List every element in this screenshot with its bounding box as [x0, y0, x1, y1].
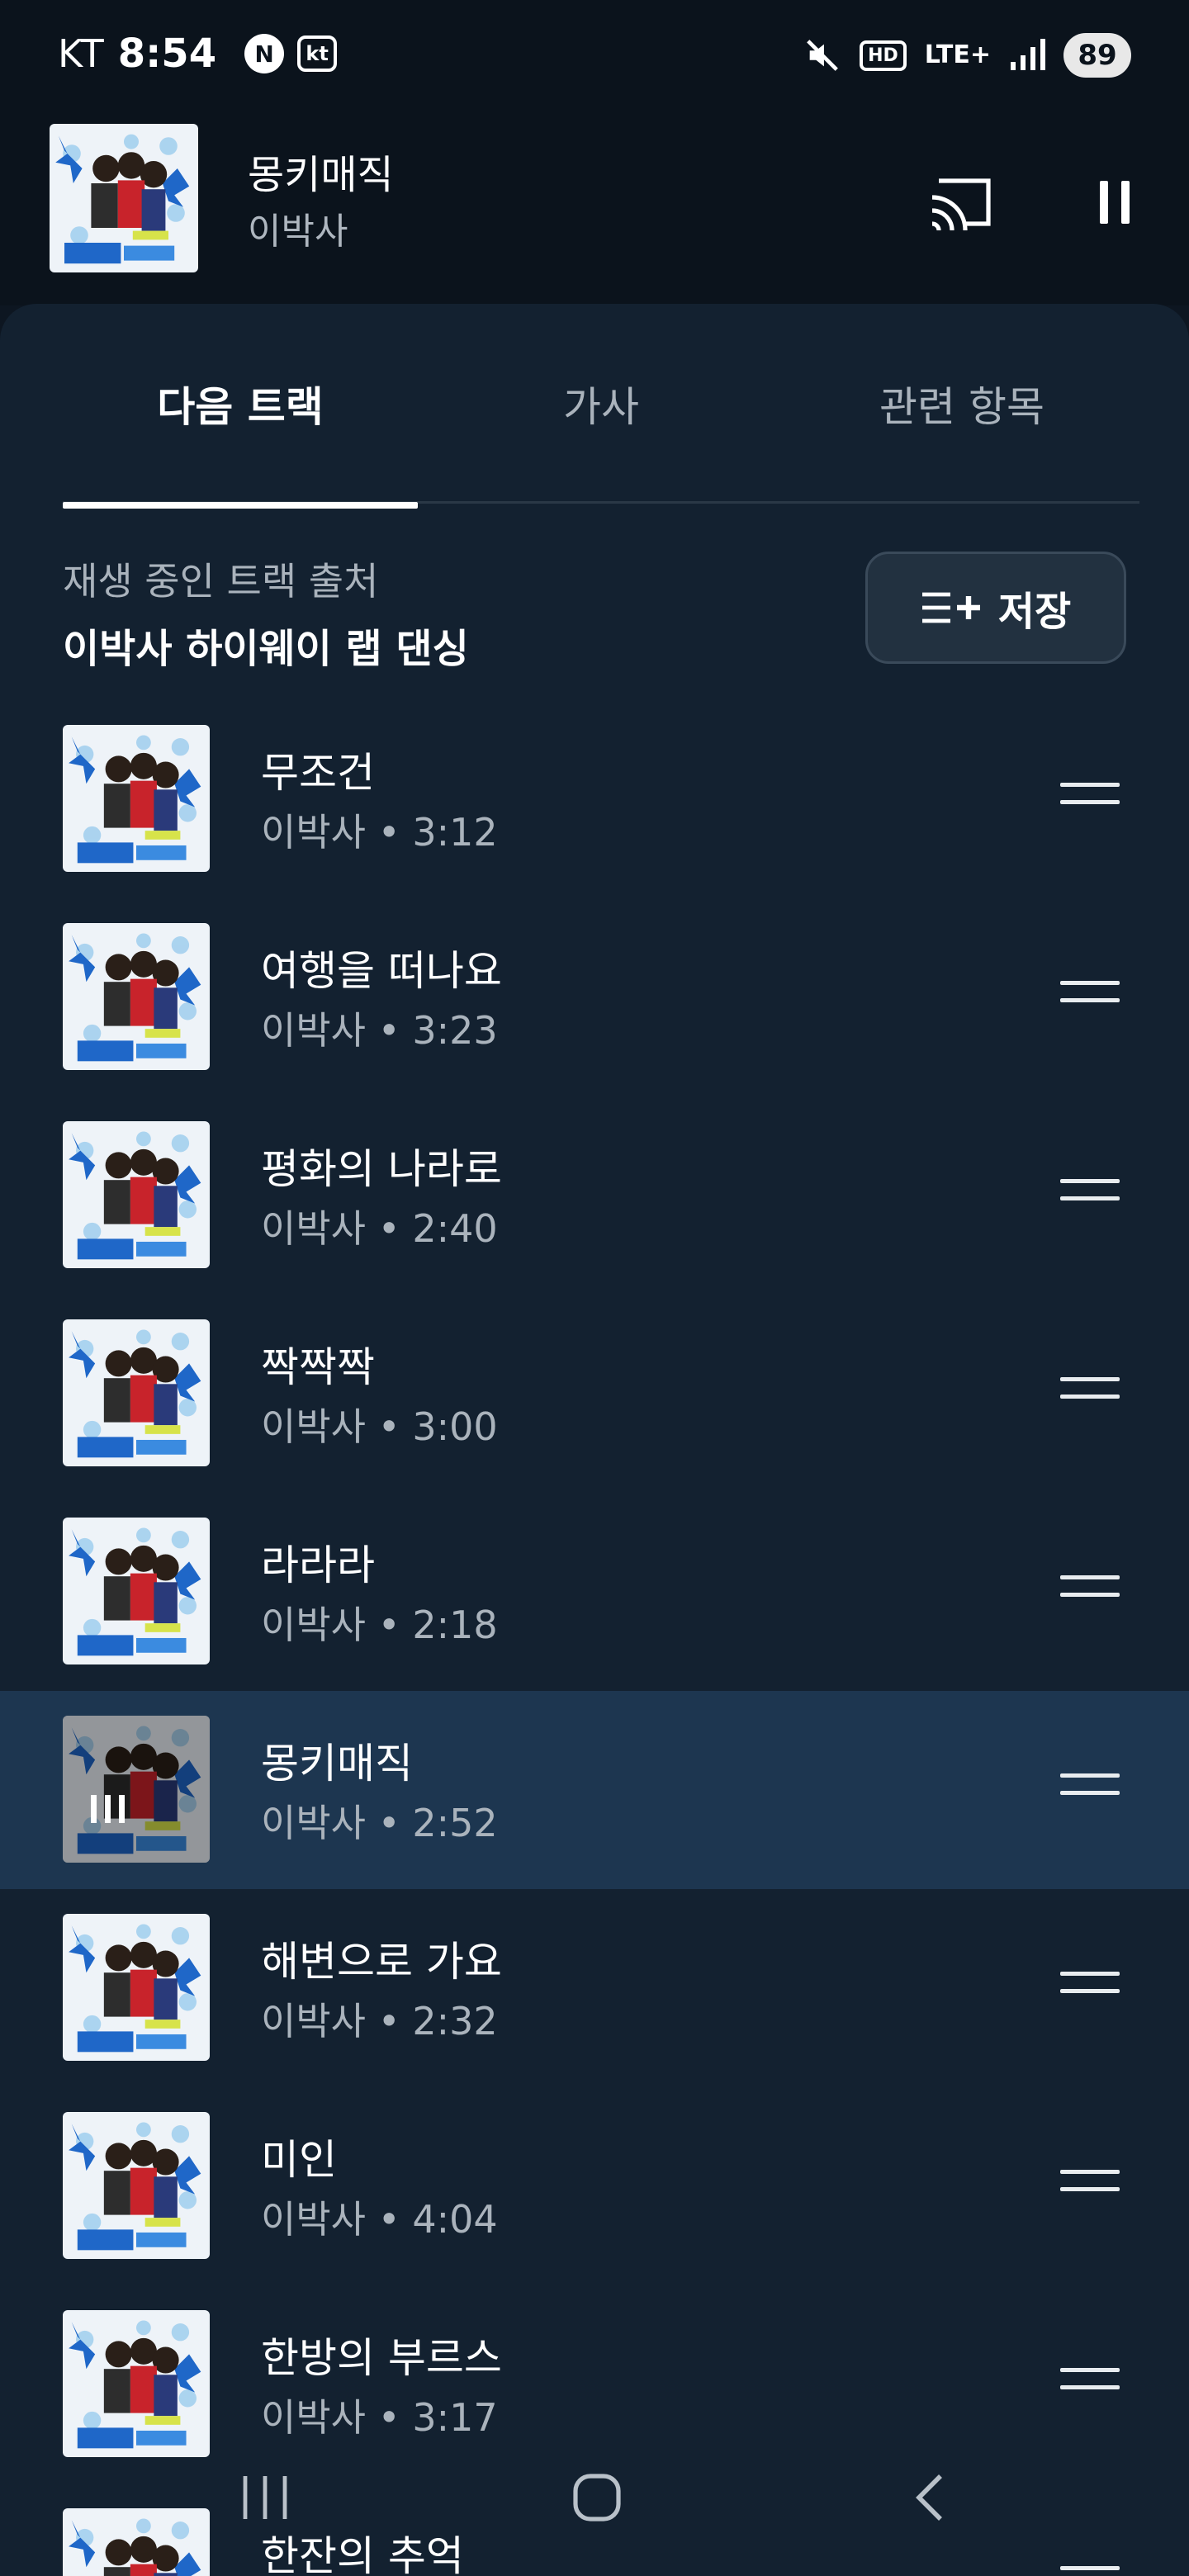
drag-handle-icon[interactable] — [1060, 1179, 1120, 1212]
back-icon — [916, 2474, 942, 2521]
now-playing-icon — [91, 1795, 125, 1823]
hd-voice-icon: HD — [860, 40, 907, 71]
recents-icon — [243, 2476, 287, 2519]
save-queue-button[interactable]: 저장 — [865, 552, 1126, 664]
lte-icon: LTE+ — [924, 40, 991, 69]
queue-sheet: 다음 트랙 가사 관련 항목 재생 중인 트랙 출처 이박사 하이웨이 랩 댄싱… — [0, 304, 1189, 2576]
track-title: 짝짝짝 — [261, 1343, 375, 1391]
track-meta: 이박사 • 3:23 — [261, 1008, 498, 1053]
recents-button[interactable] — [220, 2469, 310, 2526]
track-meta: 이박사 • 2:32 — [261, 1999, 498, 2043]
tab-indicator — [63, 502, 418, 509]
drag-handle-icon[interactable] — [1060, 2368, 1120, 2401]
tab-lyrics[interactable]: 가사 — [424, 304, 779, 504]
mute-icon — [803, 36, 841, 74]
album-art — [50, 124, 198, 272]
drag-handle-icon[interactable] — [1060, 1773, 1120, 1807]
drag-handle-icon[interactable] — [1060, 981, 1120, 1014]
back-button[interactable] — [883, 2469, 974, 2526]
drag-handle-icon[interactable] — [1060, 783, 1120, 816]
now-playing-title: 몽키매직 — [248, 152, 394, 198]
drag-handle-icon[interactable] — [1060, 2170, 1120, 2203]
track-meta: 이박사 • 4:04 — [261, 2197, 498, 2242]
signal-icon — [1009, 39, 1045, 72]
home-button[interactable] — [552, 2469, 642, 2526]
pause-button[interactable] — [1082, 165, 1148, 239]
track-row-now-playing[interactable]: 몽키매직이박사 • 2:52 — [0, 1691, 1189, 1889]
naver-notification-icon: N — [244, 34, 285, 73]
clock: 8:54 — [117, 31, 217, 77]
track-row[interactable]: 라라라이박사 • 2:18 — [0, 1493, 1189, 1691]
playlist-add-icon — [921, 592, 980, 623]
track-row[interactable]: 짝짝짝이박사 • 3:00 — [0, 1295, 1189, 1493]
album-art — [63, 1319, 210, 1466]
carrier-label: KT — [58, 31, 105, 76]
drag-handle-icon[interactable] — [1060, 1575, 1120, 1608]
track-title: 무조건 — [261, 749, 375, 797]
pause-icon — [1100, 181, 1108, 224]
track-row[interactable]: 해변으로 가요이박사 • 2:32 — [0, 1889, 1189, 2087]
track-row[interactable]: 평화의 나라로이박사 • 2:40 — [0, 1096, 1189, 1295]
track-title: 여행을 떠나요 — [261, 947, 502, 995]
tab-label: 가사 — [563, 383, 639, 431]
navigation-bar — [0, 2452, 1189, 2543]
tab-label: 다음 트랙 — [157, 383, 324, 431]
album-art — [63, 1914, 210, 2061]
track-title: 라라라 — [261, 1541, 375, 1589]
track-row[interactable]: 여행을 떠나요이박사 • 3:23 — [0, 898, 1189, 1096]
album-art — [63, 2112, 210, 2259]
album-art — [63, 1518, 210, 1664]
album-art — [63, 725, 210, 872]
mini-player[interactable]: 몽키매직 이박사 — [0, 107, 1189, 305]
album-art — [63, 1121, 210, 1268]
battery-icon: 89 — [1063, 33, 1131, 78]
track-title: 몽키매직 — [261, 1740, 413, 1788]
track-meta: 이박사 • 3:00 — [261, 1404, 498, 1449]
track-title: 미인 — [261, 2136, 337, 2184]
track-meta: 이박사 • 3:12 — [261, 810, 498, 855]
tab-bar: 다음 트랙 가사 관련 항목 — [63, 304, 1139, 509]
save-label: 저장 — [997, 589, 1072, 635]
drag-handle-icon[interactable] — [1060, 1972, 1120, 2005]
cast-icon — [931, 178, 991, 231]
drag-handle-icon[interactable] — [1060, 1377, 1120, 1410]
track-title: 한방의 부르스 — [261, 2334, 502, 2382]
queue-source-label: 재생 중인 트랙 출처 — [63, 559, 379, 604]
status-bar: KT 8:54 N kt HD LTE+ 89 — [0, 0, 1189, 107]
tab-related[interactable]: 관련 항목 — [784, 304, 1139, 504]
album-art — [63, 2310, 210, 2457]
cast-button[interactable] — [925, 165, 999, 239]
track-row[interactable]: 무조건이박사 • 3:12 — [0, 700, 1189, 898]
track-meta: 이박사 • 2:18 — [261, 1603, 498, 1647]
queue-source-name[interactable]: 이박사 하이웨이 랩 댄싱 — [63, 616, 469, 674]
track-meta: 이박사 • 2:52 — [261, 1801, 498, 1845]
track-title: 해변으로 가요 — [261, 1938, 502, 1986]
track-title: 평화의 나라로 — [261, 1145, 502, 1193]
tab-label: 관련 항목 — [879, 383, 1045, 431]
album-art — [63, 923, 210, 1070]
now-playing-artist: 이박사 — [248, 211, 348, 253]
track-meta: 이박사 • 3:17 — [261, 2395, 498, 2440]
kt-notification-icon: kt — [297, 36, 338, 72]
drag-handle-icon[interactable] — [1060, 2566, 1120, 2576]
home-icon — [573, 2474, 621, 2522]
track-list: 무조건 이박사 • 3:12 여행을 떠나요 이박사 • 3:23 평화의 나라로 이… — [0, 700, 1189, 2576]
album-art — [63, 1716, 210, 1863]
track-meta: 이박사 • 2:40 — [261, 1206, 498, 1251]
track-row[interactable]: 미인이박사 • 4:04 — [0, 2087, 1189, 2285]
tab-up-next[interactable]: 다음 트랙 — [63, 304, 418, 509]
